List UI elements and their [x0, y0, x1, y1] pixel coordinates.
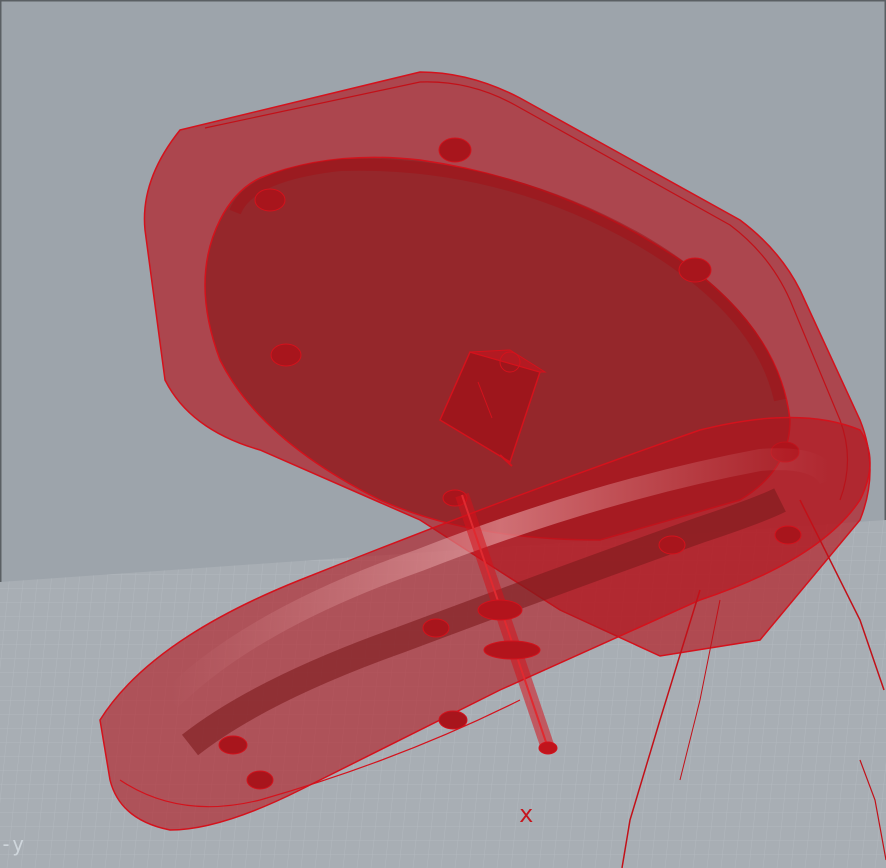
- y-axis-label: -y: [0, 832, 25, 856]
- screw-boss[interactable]: [678, 257, 712, 283]
- screw-boss[interactable]: [218, 735, 248, 755]
- screw-boss[interactable]: [422, 618, 450, 638]
- screw-boss[interactable]: [270, 343, 302, 367]
- x-axis-label: x: [519, 800, 534, 828]
- screw-boss[interactable]: [658, 535, 686, 555]
- screw-boss[interactable]: [438, 710, 468, 730]
- screw-boss[interactable]: [246, 770, 274, 790]
- screw-boss[interactable]: [438, 137, 472, 163]
- 3d-viewport[interactable]: x -y: [0, 0, 886, 868]
- viewport-canvas[interactable]: [0, 0, 886, 868]
- screw-boss[interactable]: [254, 188, 286, 212]
- screw-boss[interactable]: [774, 525, 802, 545]
